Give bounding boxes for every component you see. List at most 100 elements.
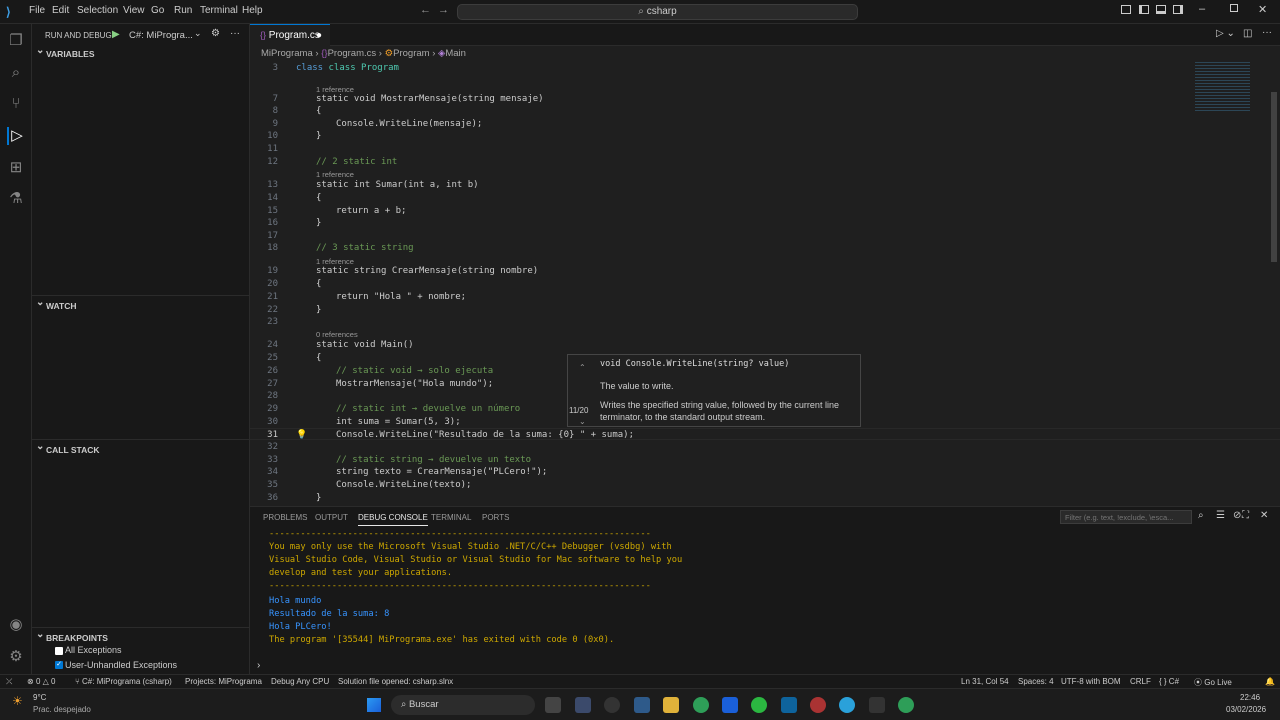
remote-icon[interactable]: ⤫ bbox=[6, 677, 12, 687]
app-icon[interactable] bbox=[575, 697, 591, 713]
variables-section[interactable]: VARIABLES bbox=[32, 41, 250, 64]
tab-problems[interactable]: PROBLEMS bbox=[263, 513, 307, 522]
problems-indicator[interactable]: ⊗ 0 △ 0 bbox=[27, 677, 55, 686]
cursor-position[interactable]: Ln 31, Col 54 bbox=[961, 677, 1009, 686]
command-center[interactable]: ⌕ csharp bbox=[457, 4, 858, 20]
app-icon[interactable] bbox=[869, 697, 885, 713]
toggle-panel-icon[interactable] bbox=[1156, 5, 1166, 14]
eol[interactable]: CRLF bbox=[1130, 677, 1151, 686]
extensions-icon[interactable]: ⊞ bbox=[7, 159, 25, 177]
breadcrumb-item[interactable]: Program bbox=[393, 48, 429, 59]
app-icon[interactable] bbox=[810, 697, 826, 713]
chevron-down-icon[interactable]: ⌄ bbox=[579, 417, 586, 426]
run-debug-sidebar: RUN AND DEBUG ▶ C#: MiProgra... ⌄ ⚙ ··· … bbox=[32, 24, 250, 674]
app-icon[interactable] bbox=[604, 697, 620, 713]
code-line: Console.WriteLine(mensaje); bbox=[336, 119, 483, 129]
vscode-logo-icon: ⟩ bbox=[6, 5, 11, 19]
account-icon[interactable]: ◉ bbox=[7, 616, 25, 634]
checkbox-all-exceptions[interactable] bbox=[55, 647, 63, 655]
menu-run[interactable]: Run bbox=[174, 5, 192, 16]
unsaved-dot-icon[interactable]: ● bbox=[316, 25, 322, 46]
minimize-icon[interactable]: – bbox=[1199, 3, 1205, 15]
lightbulb-icon[interactable]: 💡 bbox=[296, 429, 307, 441]
menu-file[interactable]: File bbox=[29, 5, 45, 16]
more-actions-icon[interactable]: ··· bbox=[230, 28, 240, 39]
menu-selection[interactable]: Selection bbox=[77, 5, 118, 16]
solution-status[interactable]: Solution file opened: csharp.slnx bbox=[338, 677, 453, 686]
tab-program-cs[interactable]: {} Program.cs ● bbox=[250, 24, 330, 46]
chrome-icon[interactable] bbox=[898, 697, 914, 713]
tab-debug-console[interactable]: DEBUG CONSOLE bbox=[358, 513, 428, 526]
app-icon[interactable] bbox=[634, 697, 650, 713]
tab-output[interactable]: OUTPUT bbox=[315, 513, 348, 522]
gear-icon[interactable]: ⚙ bbox=[7, 648, 25, 666]
menu-help[interactable]: Help bbox=[242, 5, 263, 16]
list-icon[interactable]: ☰ bbox=[1216, 510, 1225, 521]
more-actions-icon[interactable]: ··· bbox=[1262, 27, 1272, 38]
source-control-icon[interactable]: ⑂ bbox=[7, 95, 25, 113]
console-line: Visual Studio Code, Visual Studio or Vis… bbox=[269, 555, 683, 565]
maximize-icon[interactable] bbox=[1230, 4, 1238, 12]
close-panel-icon[interactable]: ✕ bbox=[1260, 510, 1268, 521]
task-view-icon[interactable] bbox=[545, 697, 561, 713]
app-icon[interactable] bbox=[722, 697, 738, 713]
breakpoints-section[interactable]: BREAKPOINTS bbox=[32, 625, 250, 647]
vscode-taskbar-icon[interactable] bbox=[781, 697, 797, 713]
checkbox-user-unhandled[interactable]: ✓ bbox=[55, 661, 63, 669]
gear-icon[interactable]: ⚙ bbox=[211, 28, 220, 39]
console-filter-input[interactable] bbox=[1060, 510, 1192, 524]
start-button[interactable] bbox=[367, 698, 381, 712]
weather-icon[interactable]: ☀ bbox=[12, 694, 23, 708]
code-editor[interactable]: 3 class class Program 1 reference 7 static… bbox=[250, 62, 1280, 506]
project-status[interactable]: ⑂ C#: MiPrograma (csharp) bbox=[75, 677, 172, 686]
chrome-icon[interactable] bbox=[693, 697, 709, 713]
explorer-icon[interactable]: ❐ bbox=[7, 32, 25, 50]
forward-arrow-icon[interactable]: → bbox=[438, 4, 449, 16]
run-file-icon[interactable]: ▷ ⌄ bbox=[1216, 28, 1235, 39]
console-line: ----------------------------------------… bbox=[269, 529, 651, 539]
call-stack-section[interactable]: CALL STACK bbox=[32, 437, 250, 459]
breadcrumb-item[interactable]: MiPrograma bbox=[261, 48, 313, 59]
chevron-down-icon[interactable]: ⌄ bbox=[194, 28, 202, 39]
tab-ports[interactable]: PORTS bbox=[482, 513, 509, 522]
menu-go[interactable]: Go bbox=[151, 5, 164, 16]
tab-terminal[interactable]: TERMINAL bbox=[431, 513, 471, 522]
toggle-secondary-sidebar-icon[interactable] bbox=[1173, 5, 1183, 14]
telegram-icon[interactable] bbox=[839, 697, 855, 713]
minimap[interactable] bbox=[1195, 62, 1250, 112]
start-debug-icon[interactable]: ▶ bbox=[112, 29, 120, 40]
scrollbar[interactable] bbox=[1271, 92, 1277, 262]
code-line: Console.WriteLine(texto); bbox=[336, 480, 472, 490]
split-editor-icon[interactable]: ◫ bbox=[1243, 28, 1252, 39]
notifications-icon[interactable]: 🔔 bbox=[1265, 677, 1275, 686]
maximize-panel-icon[interactable]: ⛶ bbox=[1242, 510, 1249, 521]
projects-status[interactable]: Projects: MiPrograma bbox=[185, 677, 262, 686]
taskbar-search[interactable]: ⌕ Buscar bbox=[391, 695, 535, 715]
chevron-up-icon[interactable]: ⌃ bbox=[579, 363, 586, 372]
debug-config-select[interactable]: C#: MiProgra... bbox=[129, 30, 193, 41]
breadcrumb-item[interactable]: Program.cs bbox=[328, 48, 377, 59]
debug-config-status[interactable]: Debug Any CPU bbox=[271, 677, 329, 686]
run-debug-icon[interactable]: ▷ bbox=[7, 127, 25, 145]
go-live[interactable]: ⦿ Go Live bbox=[1194, 677, 1232, 688]
whatsapp-icon[interactable] bbox=[751, 697, 767, 713]
menu-view[interactable]: View bbox=[123, 5, 145, 16]
encoding[interactable]: UTF-8 with BOM bbox=[1061, 677, 1121, 686]
search-icon[interactable]: ⌕ bbox=[7, 64, 25, 82]
error-count: 0 bbox=[35, 677, 41, 686]
console-prompt-icon[interactable]: › bbox=[257, 660, 260, 671]
testing-icon[interactable]: ⚗ bbox=[7, 190, 25, 208]
file-explorer-icon[interactable] bbox=[663, 697, 679, 713]
back-arrow-icon[interactable]: ← bbox=[420, 4, 431, 16]
search-icon[interactable]: ⌕ bbox=[1198, 510, 1204, 521]
close-icon[interactable]: ✕ bbox=[1258, 3, 1267, 16]
indentation[interactable]: Spaces: 4 bbox=[1018, 677, 1054, 686]
toggle-sidebar-icon[interactable] bbox=[1139, 5, 1149, 14]
breadcrumb-item[interactable]: Main bbox=[445, 48, 466, 59]
language-mode[interactable]: { } C# bbox=[1159, 677, 1179, 686]
watch-section[interactable]: WATCH bbox=[32, 293, 250, 315]
menu-terminal[interactable]: Terminal bbox=[200, 5, 238, 16]
layout-icon[interactable] bbox=[1121, 5, 1131, 14]
menu-edit[interactable]: Edit bbox=[52, 5, 69, 16]
clear-console-icon[interactable]: ⊘ bbox=[1233, 510, 1241, 521]
